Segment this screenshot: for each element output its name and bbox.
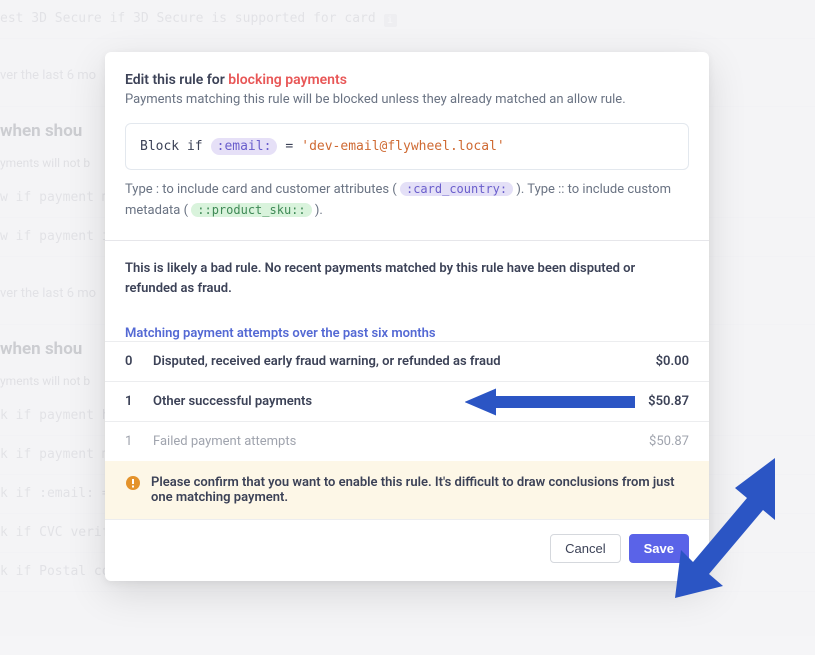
edit-rule-modal: Edit this rule for blocking payments Pay…	[105, 52, 709, 581]
rule-editor[interactable]: Block if :email: = 'dev-email@flywheel.l…	[125, 123, 689, 170]
confirm-banner: Please confirm that you want to enable t…	[105, 461, 709, 519]
warning-icon	[125, 475, 141, 491]
modal-footer: Cancel Save	[105, 519, 709, 581]
table-row: 0 Disputed, received early fraud warning…	[105, 341, 709, 381]
cancel-button[interactable]: Cancel	[550, 534, 620, 563]
bad-rule-warning: This is likely a bad rule. No recent pay…	[125, 259, 689, 301]
matching-title: Matching payment attempts over the past …	[125, 326, 689, 341]
rule-value: 'dev-email@flywheel.local'	[301, 139, 505, 154]
table-row: 1 Failed payment attempts $50.87	[105, 421, 709, 461]
attr-pill-email: :email:	[211, 138, 278, 155]
example-pill-card: :card_country:	[400, 182, 513, 196]
modal-description: Payments matching this rule will be bloc…	[125, 92, 689, 107]
rule-keyword: Block if	[140, 139, 203, 154]
rule-equals: =	[285, 139, 293, 154]
example-pill-sku: ::product_sku::	[191, 203, 311, 217]
save-button[interactable]: Save	[629, 534, 689, 563]
modal-title: Edit this rule for blocking payments	[125, 72, 689, 88]
rule-hint: Type : to include card and customer attr…	[125, 180, 689, 222]
table-row: 1 Other successful payments $50.87	[105, 381, 709, 421]
